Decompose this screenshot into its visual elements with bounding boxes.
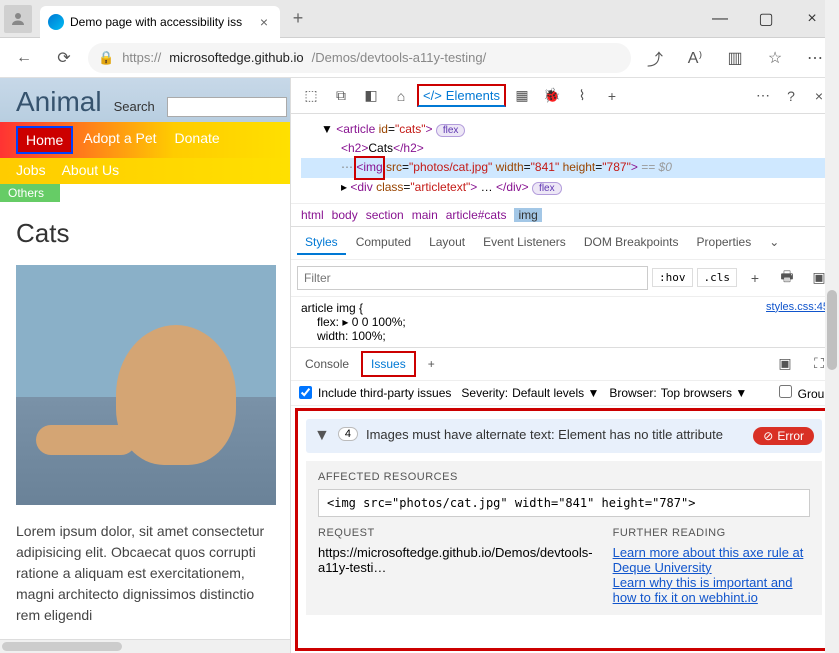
window-controls: — ▢ × — [697, 3, 835, 35]
favorite-icon[interactable]: ☆ — [759, 42, 791, 74]
listeners-tab[interactable]: Event Listeners — [475, 231, 574, 255]
layout-tab[interactable]: Layout — [421, 231, 473, 255]
styles-chevron-icon[interactable]: ⌄ — [761, 231, 787, 255]
horizontal-scrollbar[interactable] — [0, 639, 290, 653]
device-icon[interactable]: ⧉ — [327, 82, 355, 110]
further-reading-title: FURTHER READING — [613, 527, 810, 539]
tab-title: Demo page with accessibility iss — [70, 15, 250, 29]
print-icon[interactable]: 🖶 — [773, 264, 801, 292]
home-icon[interactable]: ⌂ — [387, 82, 415, 110]
issues-tab[interactable]: Issues — [361, 351, 416, 377]
issue-count-badge: 4 — [338, 427, 358, 441]
third-party-checkbox[interactable] — [299, 386, 312, 399]
issues-panel: ▼ 4 Images must have alternate text: Ele… — [295, 408, 833, 651]
add-tab-icon[interactable]: + — [598, 82, 626, 110]
drawer-tabs: Console Issues + ▣ ⛶ — [291, 347, 839, 381]
error-badge: ⊘ Error — [753, 427, 814, 445]
browser-toolbar: ← ⟳ 🔒 https:// microsoftedge.github.io/De… — [0, 38, 839, 78]
nav-about[interactable]: About Us — [62, 162, 120, 178]
others-tab[interactable]: Others — [0, 184, 60, 202]
styles-tabs: Styles Computed Layout Event Listeners D… — [291, 226, 839, 260]
address-bar[interactable]: 🔒 https:// microsoftedge.github.io/Demos/… — [88, 43, 631, 73]
devtools: ⬚ ⧉ ◧ ⌂ </> Elements ▦ 🐞 ⌇ + ⋯ ? × ▼ <ar… — [290, 78, 839, 653]
issue-title: Images must have alternate text: Element… — [366, 427, 745, 442]
styles-filter-row: :hov .cls + 🖶 ▣ — [291, 260, 839, 297]
page-heading: Cats — [16, 218, 274, 249]
search-input[interactable] — [167, 97, 287, 117]
browser-dropdown[interactable]: Top browsers ▼ — [661, 386, 748, 400]
primary-nav: Home Adopt a Pet Donate — [0, 122, 290, 158]
back-button[interactable]: ← — [8, 42, 40, 74]
code-icon: </> — [423, 88, 442, 103]
cat-image — [16, 265, 276, 505]
deque-link[interactable]: Learn more about this axe rule at Deque … — [613, 545, 804, 575]
lock-icon: 🔒 — [98, 50, 114, 66]
url-prefix: https:// — [122, 50, 161, 65]
wifi-icon[interactable]: ⌇ — [568, 82, 596, 110]
styles-tab[interactable]: Styles — [297, 231, 346, 255]
affected-code: <img src="photos/cat.jpg" width="841" he… — [318, 489, 810, 517]
devtools-more-icon[interactable]: ⋯ — [749, 82, 777, 110]
browser-tab[interactable]: Demo page with accessibility iss × — [40, 6, 280, 38]
group-checkbox[interactable] — [779, 385, 792, 398]
site-title: Animal — [16, 86, 102, 118]
inspect-icon[interactable]: ⬚ — [297, 82, 325, 110]
page-paragraph: Lorem ipsum dolor, sit amet consectetur … — [16, 521, 274, 626]
url-path: /Demos/devtools-a11y-testing/ — [312, 50, 487, 65]
app-icon[interactable]: ▦ — [508, 82, 536, 110]
css-source-link[interactable]: styles.css:45 — [766, 301, 829, 313]
secondary-nav: Jobs About Us — [0, 158, 290, 184]
page-content: Animal Search Home Adopt a Pet Donate Jo… — [0, 78, 290, 653]
new-style-icon[interactable]: + — [741, 264, 769, 292]
properties-tab[interactable]: Properties — [689, 231, 760, 255]
request-title: REQUEST — [318, 527, 593, 539]
collections-icon[interactable]: ▥ — [719, 42, 751, 74]
css-rule[interactable]: styles.css:45 article img { flex: ▸ 0 0 … — [291, 297, 839, 347]
issues-filter-bar: Include third-party issues Severity: Def… — [291, 381, 839, 406]
new-tab-button[interactable]: + — [284, 5, 312, 33]
chevron-down-icon[interactable]: ▼ — [314, 427, 330, 445]
styles-filter-input[interactable] — [297, 266, 648, 290]
affected-resources-title: AFFECTED RESOURCES — [318, 471, 810, 483]
console-tab[interactable]: Console — [297, 353, 357, 375]
computed-tab[interactable]: Computed — [348, 231, 419, 255]
severity-dropdown[interactable]: Default levels ▼ — [512, 386, 599, 400]
profile-icon[interactable] — [4, 5, 32, 33]
nav-adopt[interactable]: Adopt a Pet — [75, 126, 164, 154]
elements-tab[interactable]: </> Elements — [417, 84, 506, 107]
search-label: Search — [114, 99, 155, 114]
help-icon[interactable]: ? — [777, 82, 805, 110]
edge-favicon — [48, 14, 64, 30]
enter-icon[interactable]: ⤴ — [639, 42, 671, 74]
bug-icon[interactable]: 🐞 — [538, 82, 566, 110]
issue-item[interactable]: ▼ 4 Images must have alternate text: Ele… — [306, 419, 822, 453]
nav-home[interactable]: Home — [16, 126, 73, 154]
close-tab-icon[interactable]: × — [256, 14, 272, 30]
maximize-button[interactable]: ▢ — [743, 3, 789, 35]
dom-tree[interactable]: ▼ <article id="cats"> flex <h2>Cats</h2>… — [291, 114, 839, 203]
nav-donate[interactable]: Donate — [167, 126, 228, 154]
devtools-scrollbar[interactable] — [825, 78, 839, 653]
webhint-link[interactable]: Learn why this is important and how to f… — [613, 575, 793, 605]
url-host: microsoftedge.github.io — [169, 50, 303, 65]
refresh-button[interactable]: ⟳ — [48, 42, 80, 74]
dom-breadcrumb[interactable]: html body section main article#cats img — [291, 203, 839, 226]
minimize-button[interactable]: — — [697, 3, 743, 35]
drawer-add-icon[interactable]: + — [420, 353, 443, 375]
issue-detail: AFFECTED RESOURCES <img src="photos/cat.… — [306, 461, 822, 615]
devtools-toolbar: ⬚ ⧉ ◧ ⌂ </> Elements ▦ 🐞 ⌇ + ⋯ ? × — [291, 78, 839, 114]
dom-breakpoints-tab[interactable]: DOM Breakpoints — [576, 231, 687, 255]
nav-jobs[interactable]: Jobs — [16, 162, 46, 178]
cls-toggle[interactable]: .cls — [697, 268, 738, 287]
read-aloud-icon[interactable]: A⁾ — [679, 42, 711, 74]
hov-toggle[interactable]: :hov — [652, 268, 693, 287]
window-titlebar: Demo page with accessibility iss × + — ▢… — [0, 0, 839, 38]
drawer-dock-icon[interactable]: ▣ — [771, 350, 799, 378]
dock-icon[interactable]: ◧ — [357, 82, 385, 110]
request-url: https://microsoftedge.github.io/Demos/de… — [318, 545, 593, 575]
